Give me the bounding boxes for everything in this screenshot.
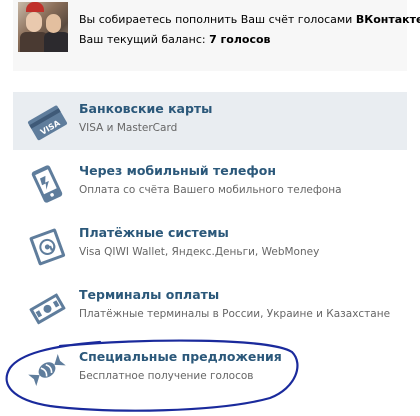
payment-option-special-offers[interactable]: Специальные предложения Бесплатное получ…: [13, 340, 407, 398]
top-up-notice: Вы собираетесь пополнить Ваш счёт голоса…: [79, 13, 420, 26]
option-title[interactable]: Специальные предложения: [79, 349, 282, 364]
payment-option-payment-systems[interactable]: Платёжные системы Visa QIWI Wallet, Янде…: [13, 216, 407, 274]
option-subtitle: Visa QIWI Wallet, Яндекс.Деньги, WebMone…: [79, 246, 320, 258]
payment-option-terminals[interactable]: Терминалы оплаты Платёжные терминалы в Р…: [13, 278, 407, 336]
option-subtitle: Платёжные терминалы в России, Украине и …: [79, 308, 391, 320]
brand-name: ВКонтакте: [355, 13, 420, 26]
bank-card-icon: VISA: [28, 105, 67, 141]
payment-option-mobile[interactable]: Через мобильный телефон Оплата со счёта …: [13, 154, 407, 212]
mobile-phone-icon: [31, 165, 63, 203]
payment-terminal-icon: [29, 293, 66, 325]
option-subtitle: Оплата со счёта Вашего мобильного телефо…: [79, 184, 342, 196]
option-subtitle: VISA и MasterCard: [79, 122, 178, 134]
payment-option-bank-cards[interactable]: VISA Банковские карты VISA и MasterCard: [13, 92, 407, 150]
option-title[interactable]: Терминалы оплаты: [79, 287, 219, 302]
payment-systems-icon: [29, 228, 66, 266]
user-avatar[interactable]: [18, 2, 68, 52]
option-title[interactable]: Платёжные системы: [79, 225, 229, 240]
option-subtitle: Бесплатное получение голосов: [79, 370, 254, 382]
option-title[interactable]: Банковские карты: [79, 101, 212, 116]
option-title[interactable]: Через мобильный телефон: [79, 163, 276, 178]
candy-icon: [28, 353, 66, 387]
balance-line: Ваш текущий баланс: 7 голосов: [79, 33, 271, 46]
balance-header: Вы собираетесь пополнить Ваш счёт голоса…: [13, 0, 420, 71]
balance-value: 7 голосов: [209, 33, 271, 46]
